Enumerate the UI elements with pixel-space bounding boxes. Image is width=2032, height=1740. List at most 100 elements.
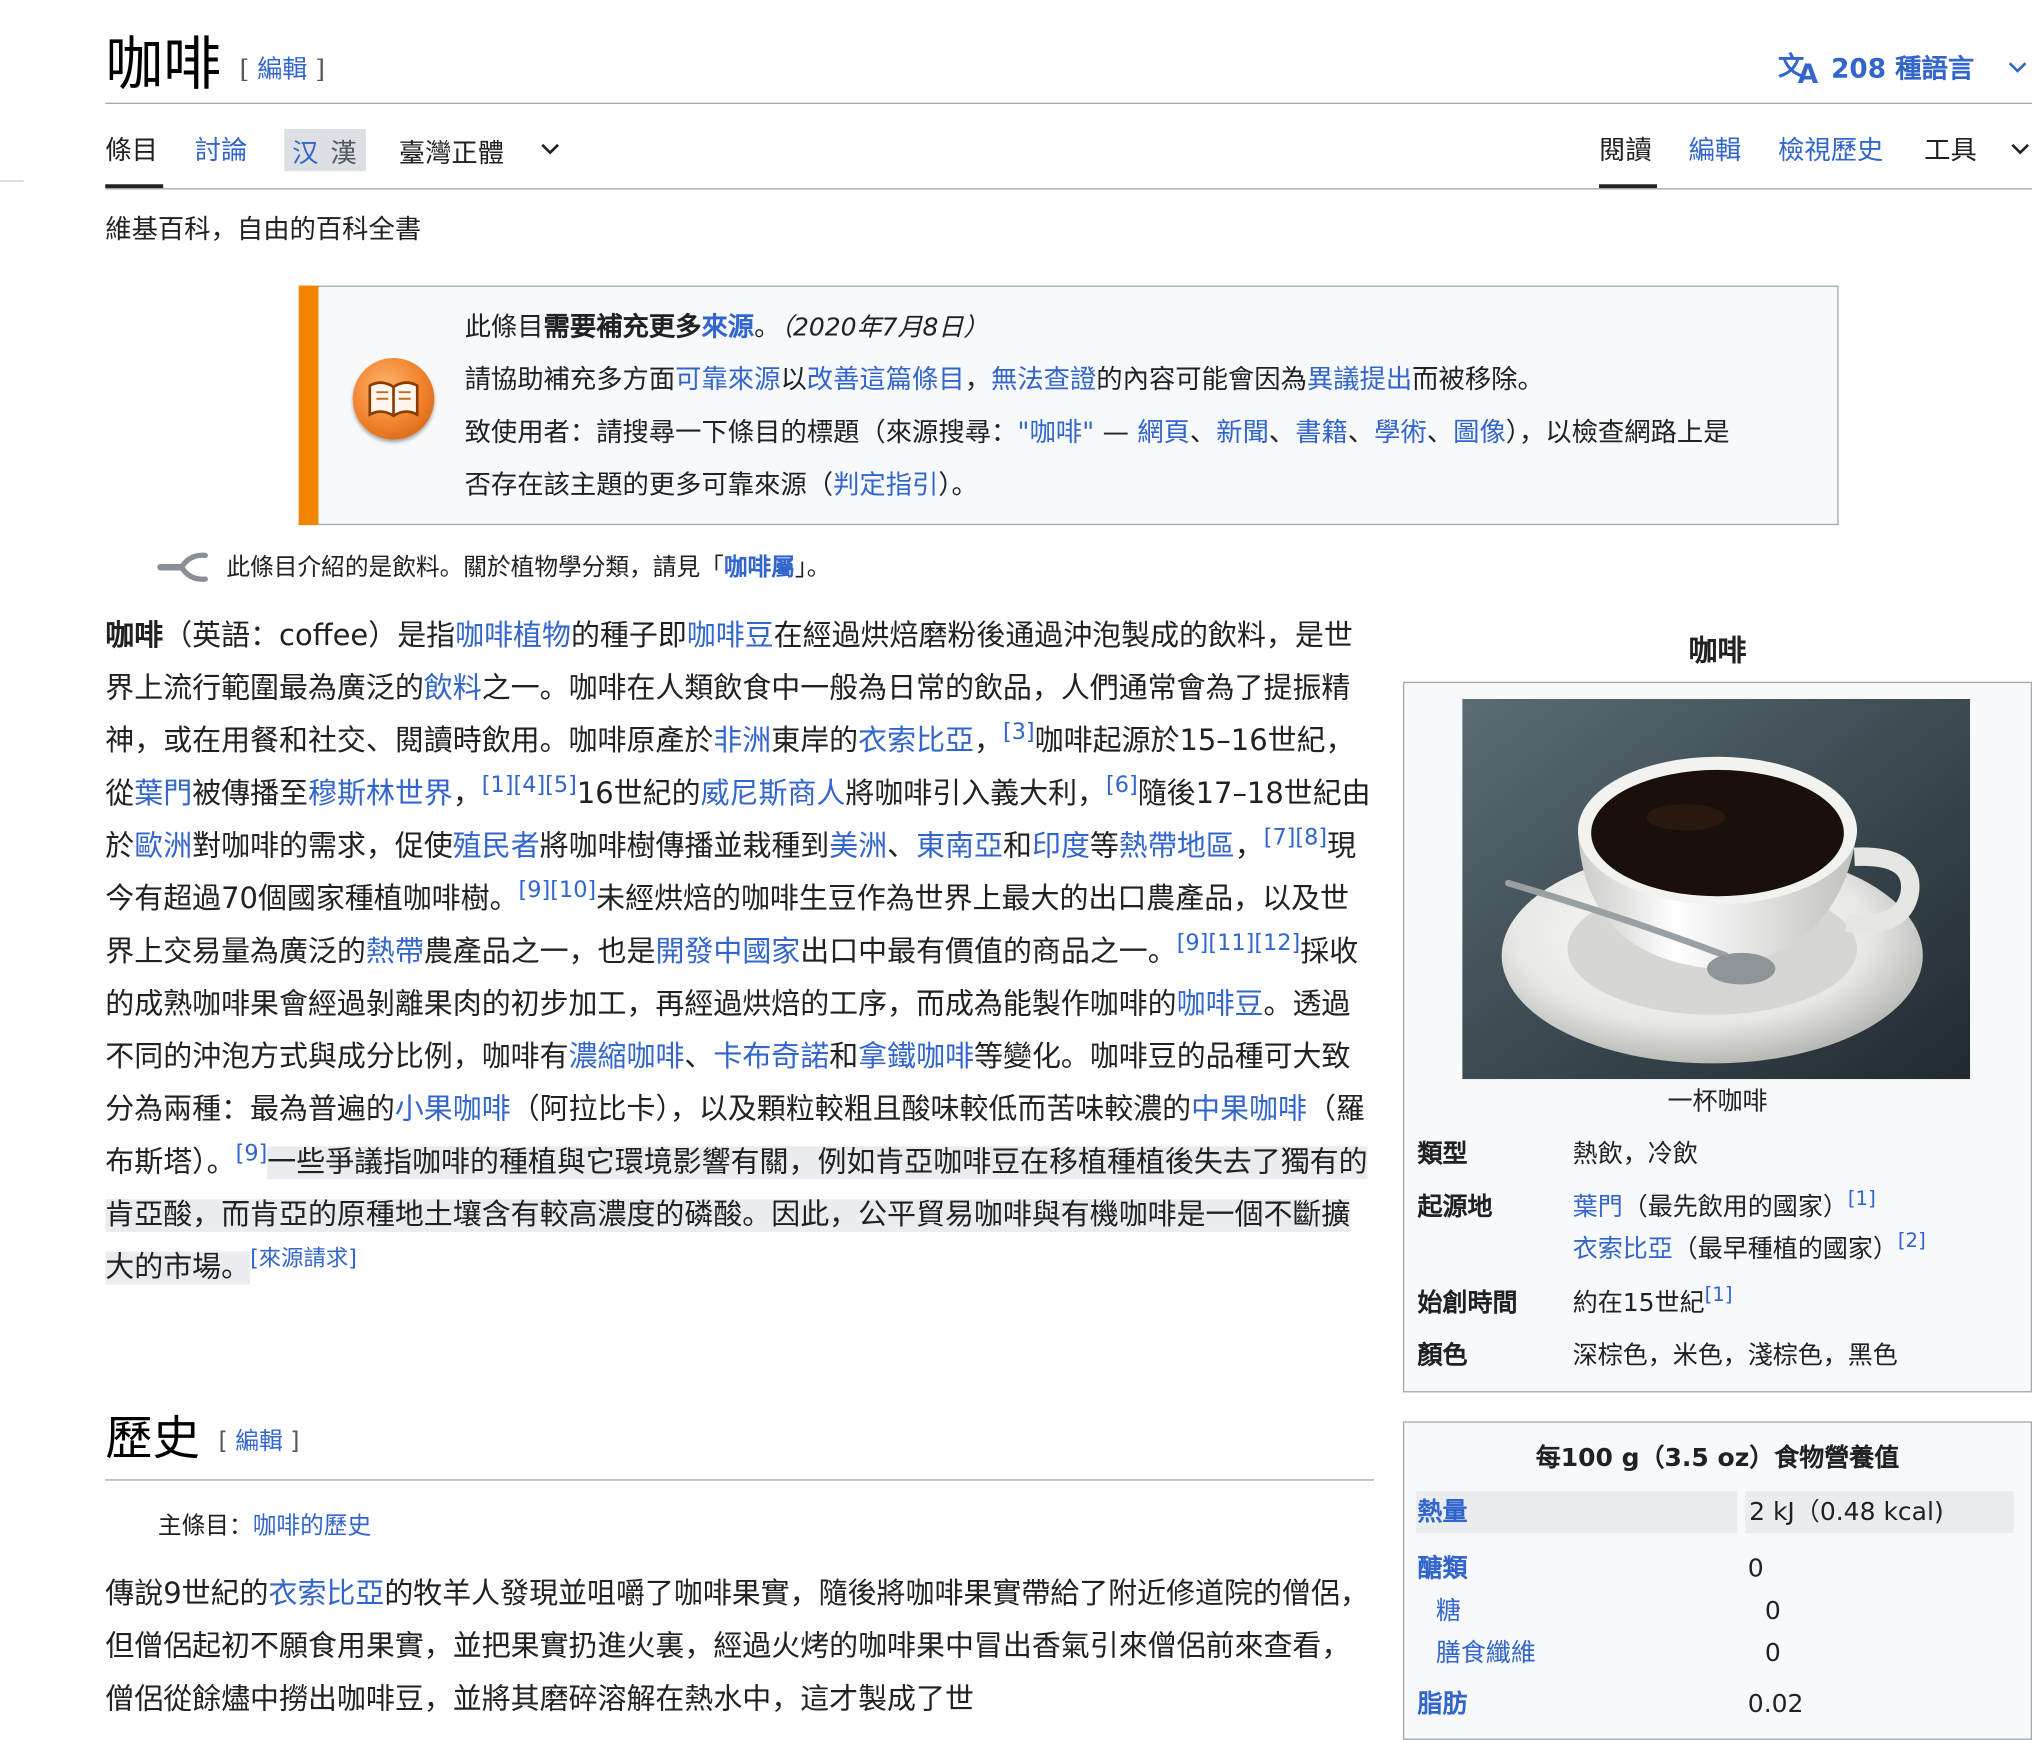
body-link[interactable]: 飲料: [424, 673, 482, 706]
search-scholar-link[interactable]: 學術: [1374, 416, 1427, 448]
tab-read[interactable]: 閱讀: [1599, 132, 1652, 169]
book-icon: [352, 357, 435, 440]
search-books-link[interactable]: 書籍: [1295, 416, 1348, 448]
body-link[interactable]: 葉門: [134, 778, 192, 811]
nutrition-band-gap: [1737, 1491, 1746, 1534]
notice-sources-link[interactable]: 來源: [701, 311, 754, 343]
body-link[interactable]: 咖啡植物: [455, 620, 571, 653]
body-link[interactable]: 印度: [1032, 830, 1090, 863]
tab-history[interactable]: 檢視歷史: [1778, 132, 1883, 169]
nutrition-energy-label[interactable]: 熱量: [1417, 1491, 1467, 1533]
language-button[interactable]: 文 A 208 種語言: [1778, 47, 2032, 85]
variant-dropdown[interactable]: 臺灣正體: [399, 132, 504, 170]
link-challenged[interactable]: 異議提出: [1307, 363, 1412, 395]
link-reliable-sources[interactable]: 可靠來源: [675, 363, 780, 395]
title-edit-link[interactable]: 編輯: [257, 55, 307, 84]
nutrition-energy-value: 2 kJ（0.48 kcal): [1749, 1497, 1944, 1527]
notice-line-4: 否存在該主題的更多可靠來源（判定指引）。: [464, 468, 978, 501]
variant-simplified[interactable]: 汉: [292, 132, 318, 170]
title-divider: [105, 102, 2032, 104]
infobox-title: 咖啡: [1688, 635, 1747, 669]
infobox-type-value: 熱飲，冷飲: [1572, 1139, 1698, 1169]
body-link[interactable]: 拿鐵咖啡: [858, 1041, 974, 1074]
body-link[interactable]: 小果咖啡: [395, 1094, 511, 1127]
body-link[interactable]: 咖啡豆: [1177, 988, 1264, 1021]
tabs-divider: [105, 188, 2032, 190]
body-link[interactable]: 衣索比亞: [268, 1578, 384, 1611]
reference-link[interactable]: [7][8]: [1264, 825, 1327, 851]
body-link[interactable]: 非洲: [713, 725, 771, 758]
link-improve-article[interactable]: 改善這篇條目: [807, 363, 965, 395]
section-divider: [105, 1479, 1375, 1481]
notice-line-2: 請協助補充多方面可靠來源以改善這篇條目，無法查證的內容可能會因為異議提出而被移除…: [464, 363, 1544, 395]
nutrition-fiber-label[interactable]: 膳食纖維: [1436, 1632, 1536, 1674]
tab-tools[interactable]: 工具: [1924, 132, 1977, 169]
body-link[interactable]: 威尼斯商人: [701, 778, 846, 811]
body-link[interactable]: 卡布奇諾: [713, 1041, 829, 1074]
infobox-origin-label: 起源地: [1417, 1192, 1493, 1222]
hatnote: 此條目介紹的是飲料。關於植物學分類，請見「咖啡屬」。: [226, 554, 831, 582]
body-link[interactable]: 殖民者: [453, 830, 540, 863]
infobox-color-value: 深棕色，米色，淺棕色，黑色: [1572, 1341, 1898, 1371]
tab-talk[interactable]: 討論: [195, 132, 248, 169]
body-link[interactable]: 熱帶: [366, 936, 424, 969]
infobox-origin-2: 衣索比亞（最早種植的國家）[2]: [1572, 1228, 1926, 1264]
reference-link[interactable]: [1]: [1848, 1187, 1876, 1211]
body-link[interactable]: 衣索比亞: [858, 725, 974, 758]
link-guideline[interactable]: 判定指引: [833, 469, 938, 501]
reference-link[interactable]: [9][10]: [519, 877, 597, 903]
reference-link[interactable]: [9]: [236, 1141, 268, 1167]
reference-link[interactable]: [6]: [1106, 772, 1138, 798]
reference-link[interactable]: [1][4][5]: [482, 772, 577, 798]
site-tagline: 維基百科，自由的百科全書: [105, 213, 422, 245]
body-link[interactable]: 美洲: [829, 830, 887, 863]
body-link[interactable]: 濃縮咖啡: [569, 1041, 685, 1074]
infobox-start-value: 約在15世紀[1]: [1572, 1282, 1733, 1318]
chevron-down-icon[interactable]: [2007, 134, 2032, 170]
body-link[interactable]: 歐洲: [134, 830, 192, 863]
nutrition-sugar-label[interactable]: 糖: [1436, 1590, 1461, 1632]
nutrition-fat-label[interactable]: 脂肪: [1417, 1683, 1467, 1725]
infobox-origin-1: 葉門（最先飲用的國家）[1]: [1572, 1186, 1876, 1222]
page-title: 咖啡 [ 編輯 ]: [105, 29, 325, 106]
nutrition-sugar-value: 0: [1764, 1596, 1781, 1626]
body-link[interactable]: 咖啡豆: [687, 620, 774, 653]
history-paragraph: 傳說9世紀的衣索比亞的牧羊人發現並咀嚼了咖啡果實，隨後將咖啡果實帶給了附近修道院…: [105, 1578, 1369, 1717]
reference-link[interactable]: [1]: [1705, 1283, 1733, 1307]
reference-link[interactable]: [9][11][12]: [1177, 930, 1301, 956]
reference-link[interactable]: [3]: [1003, 719, 1035, 745]
body-link[interactable]: 開發中國家: [655, 936, 800, 969]
nutrition-title: 每100 g（3.5 oz）食物營養值: [1535, 1443, 1900, 1473]
svg-text:A: A: [1798, 59, 1819, 85]
variant-traditional[interactable]: 漢: [330, 132, 356, 170]
link-verifiability[interactable]: 無法查證: [991, 363, 1096, 395]
tab-edit[interactable]: 編輯: [1689, 132, 1742, 169]
infobox-start-label: 始創時間: [1417, 1288, 1518, 1318]
lead-paragraph: 咖啡（英語：coffee）是指咖啡植物的種子即咖啡豆在經過烘焙磨粉後通過沖泡製成…: [105, 619, 1371, 1285]
body-link[interactable]: 熱帶地區: [1119, 830, 1235, 863]
infobox-link[interactable]: 衣索比亞: [1573, 1235, 1673, 1264]
chevron-down-icon[interactable]: [537, 134, 563, 170]
reference-link[interactable]: [2]: [1898, 1229, 1926, 1253]
hatnote-link[interactable]: 咖啡屬: [724, 554, 795, 582]
main-article-note: 主條目：咖啡的歷史: [157, 1512, 372, 1540]
tab-article[interactable]: 條目: [105, 132, 158, 169]
infobox-link[interactable]: 葉門: [1573, 1192, 1623, 1221]
body-link[interactable]: 穆斯林世界: [308, 778, 453, 811]
nutrition-fat-value: 0.02: [1747, 1689, 1804, 1719]
history-edit-link[interactable]: 編輯: [235, 1428, 282, 1456]
body-link[interactable]: 中果咖啡: [1191, 1094, 1307, 1127]
search-web-link[interactable]: 網頁: [1137, 416, 1190, 448]
main-article-link[interactable]: 咖啡的歷史: [253, 1512, 371, 1540]
sidebar-edge: [0, 180, 24, 182]
search-query-link[interactable]: "咖啡": [1017, 416, 1094, 448]
nutrition-carb-value: 0: [1747, 1554, 1764, 1584]
body-link[interactable]: 東南亞: [916, 830, 1003, 863]
notice-line-3: 致使用者：請搜尋一下條目的標題（來源搜尋："咖啡" — 網頁、新聞、書籍、學術、…: [464, 415, 1730, 448]
citation-needed-link[interactable]: [來源請求]: [250, 1246, 357, 1272]
search-images-link[interactable]: 圖像: [1453, 416, 1506, 448]
nutrition-carb-label[interactable]: 醣類: [1417, 1548, 1467, 1590]
coffee-cup-image[interactable]: [1462, 698, 1971, 1080]
search-news-link[interactable]: 新聞: [1216, 416, 1269, 448]
article-page: 咖啡 [ 編輯 ] 文 A 208 種語言 條目 討論 汉 漢 臺灣正體 閱讀 編…: [0, 0, 2032, 1740]
